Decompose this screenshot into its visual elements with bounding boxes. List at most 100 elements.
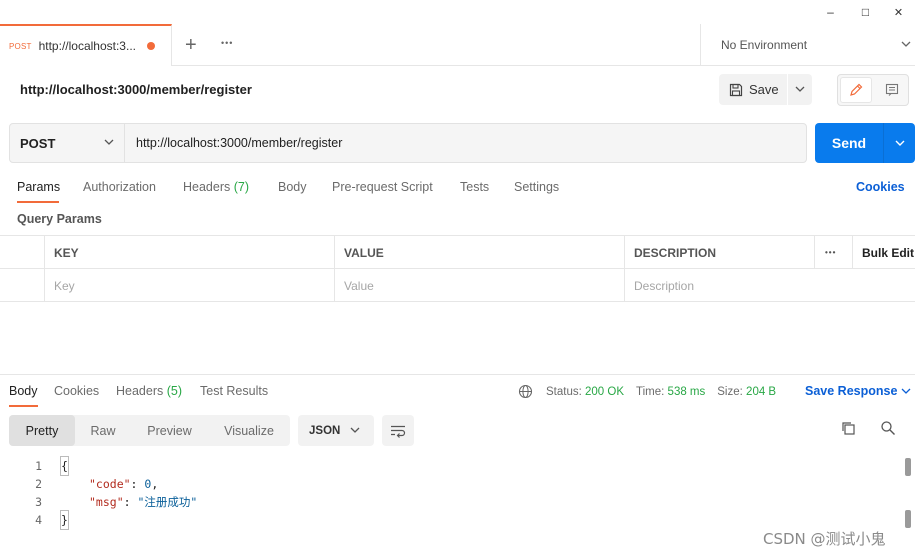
environment-select[interactable]: No Environment bbox=[700, 24, 915, 66]
tab-count: (7) bbox=[233, 180, 250, 194]
save-response-label: Save Response bbox=[805, 384, 898, 398]
view-pretty-button[interactable]: Pretty bbox=[9, 415, 75, 446]
scrollbar-thumb[interactable] bbox=[905, 458, 911, 476]
format-select[interactable]: JSON bbox=[298, 415, 374, 446]
view-mode-group: Pretty Raw Preview Visualize bbox=[9, 415, 290, 446]
bulk-edit-button[interactable]: Bulk Edit bbox=[852, 236, 915, 269]
code-text: "msg": "注册成功" bbox=[89, 495, 198, 509]
response-tab-test-results[interactable]: Test Results bbox=[200, 384, 268, 398]
response-tab-cookies[interactable]: Cookies bbox=[54, 384, 99, 398]
save-button[interactable]: Save bbox=[719, 74, 787, 105]
key-input[interactable]: Key bbox=[44, 269, 334, 302]
table-header-row: KEY VALUE DESCRIPTION ••• Bulk Edit bbox=[0, 236, 915, 269]
description-input[interactable]: Description bbox=[624, 269, 915, 302]
query-params-table: KEY VALUE DESCRIPTION ••• Bulk Edit Key … bbox=[0, 235, 915, 302]
comment-icon bbox=[885, 83, 899, 96]
wrap-lines-icon bbox=[391, 425, 406, 438]
save-response-button[interactable]: Save Response bbox=[805, 384, 911, 398]
response-tab-headers[interactable]: Headers (5) bbox=[116, 384, 182, 398]
code-text: { bbox=[60, 456, 69, 476]
json-key: "msg" bbox=[89, 495, 124, 509]
send-options-button[interactable] bbox=[883, 123, 915, 163]
watermark: CSDN @测试小鬼 bbox=[763, 530, 886, 548]
tab-label: Authorization bbox=[83, 180, 156, 194]
copy-icon bbox=[842, 422, 855, 435]
response-tab-body[interactable]: Body bbox=[9, 384, 38, 398]
status-label: Status: bbox=[546, 385, 582, 398]
pencil-icon bbox=[850, 83, 863, 96]
tab-pre-request-script[interactable]: Pre-request Script bbox=[332, 180, 433, 194]
tab-params[interactable]: Params bbox=[17, 180, 60, 194]
maximize-button[interactable]: □ bbox=[847, 0, 884, 24]
column-value: VALUE bbox=[334, 236, 624, 269]
send-button[interactable]: Send bbox=[815, 123, 883, 163]
column-key: KEY bbox=[44, 236, 334, 269]
query-params-title: Query Params bbox=[17, 212, 102, 226]
tab-count: (5) bbox=[166, 384, 183, 398]
request-mode-toggle bbox=[837, 74, 909, 106]
size-value[interactable]: 204 B bbox=[746, 386, 776, 398]
tab-tests[interactable]: Tests bbox=[460, 180, 489, 194]
window-title-bar: – □ ✕ bbox=[0, 0, 915, 24]
environment-label: No Environment bbox=[721, 38, 808, 52]
method-value: POST bbox=[20, 135, 56, 151]
chevron-down-icon bbox=[901, 388, 911, 394]
tab-headers[interactable]: Headers (7) bbox=[183, 180, 249, 194]
search-button[interactable] bbox=[880, 420, 896, 436]
time-value[interactable]: 538 ms bbox=[668, 386, 706, 398]
globe-icon[interactable] bbox=[518, 384, 533, 399]
json-value: "注册成功" bbox=[137, 495, 198, 509]
tab-authorization[interactable]: Authorization bbox=[83, 180, 156, 194]
view-visualize-button[interactable]: Visualize bbox=[208, 415, 290, 446]
response-divider[interactable] bbox=[0, 374, 915, 375]
value-input[interactable]: Value bbox=[334, 269, 624, 302]
view-preview-button[interactable]: Preview bbox=[131, 415, 208, 446]
close-window-button[interactable]: ✕ bbox=[880, 0, 915, 24]
chevron-down-icon bbox=[901, 41, 911, 47]
table-options-button[interactable]: ••• bbox=[814, 236, 852, 269]
code-text: } bbox=[60, 510, 69, 530]
copy-button[interactable] bbox=[840, 420, 856, 436]
line-number: 4 bbox=[35, 513, 42, 527]
request-tab-active[interactable]: POST http://localhost:3... bbox=[0, 24, 172, 66]
line-number: 3 bbox=[35, 495, 42, 509]
tab-bar: POST http://localhost:3... + ••• No Envi… bbox=[0, 24, 915, 66]
new-tab-button[interactable]: + bbox=[185, 34, 197, 57]
minimize-icon: – bbox=[827, 5, 834, 19]
status-value[interactable]: 200 OK bbox=[585, 386, 624, 398]
unsaved-dot-icon[interactable] bbox=[147, 42, 155, 50]
tab-label: Headers bbox=[183, 180, 231, 194]
active-tab-indicator bbox=[9, 405, 38, 407]
chevron-down-icon bbox=[350, 427, 360, 433]
search-icon bbox=[881, 421, 895, 435]
save-options-button[interactable] bbox=[788, 74, 812, 105]
tab-label: Body bbox=[9, 384, 38, 398]
tab-label: Test Results bbox=[200, 384, 269, 398]
url-input[interactable]: http://localhost:3000/member/register bbox=[124, 123, 807, 163]
wrap-lines-button[interactable] bbox=[382, 415, 414, 446]
scrollbar-thumb[interactable] bbox=[905, 510, 911, 528]
tab-options-button[interactable]: ••• bbox=[221, 38, 233, 48]
line-number: 2 bbox=[35, 477, 42, 491]
size-label: Size: bbox=[717, 385, 743, 398]
method-select[interactable]: POST bbox=[9, 123, 125, 163]
json-key: "code" bbox=[89, 477, 131, 491]
save-icon bbox=[729, 83, 743, 96]
maximize-icon: □ bbox=[861, 5, 870, 19]
tab-label: Settings bbox=[514, 180, 560, 194]
documentation-button[interactable] bbox=[876, 77, 908, 103]
cookies-link[interactable]: Cookies bbox=[856, 180, 905, 194]
close-icon: ✕ bbox=[893, 6, 904, 19]
tab-label: Params bbox=[17, 180, 61, 194]
view-raw-button[interactable]: Raw bbox=[75, 415, 131, 446]
tab-label: Pre-request Script bbox=[332, 180, 433, 194]
tab-label: Tests bbox=[460, 180, 490, 194]
tab-settings[interactable]: Settings bbox=[514, 180, 559, 194]
edit-mode-button[interactable] bbox=[840, 77, 872, 103]
json-value: 0 bbox=[144, 477, 152, 491]
response-meta: Status: 200 OK Time: 538 ms Size: 204 B bbox=[518, 384, 776, 399]
tab-label: Headers bbox=[116, 384, 164, 398]
tab-body[interactable]: Body bbox=[278, 180, 307, 194]
request-title[interactable]: http://localhost:3000/member/register bbox=[20, 82, 252, 97]
minimize-button[interactable]: – bbox=[812, 0, 849, 24]
